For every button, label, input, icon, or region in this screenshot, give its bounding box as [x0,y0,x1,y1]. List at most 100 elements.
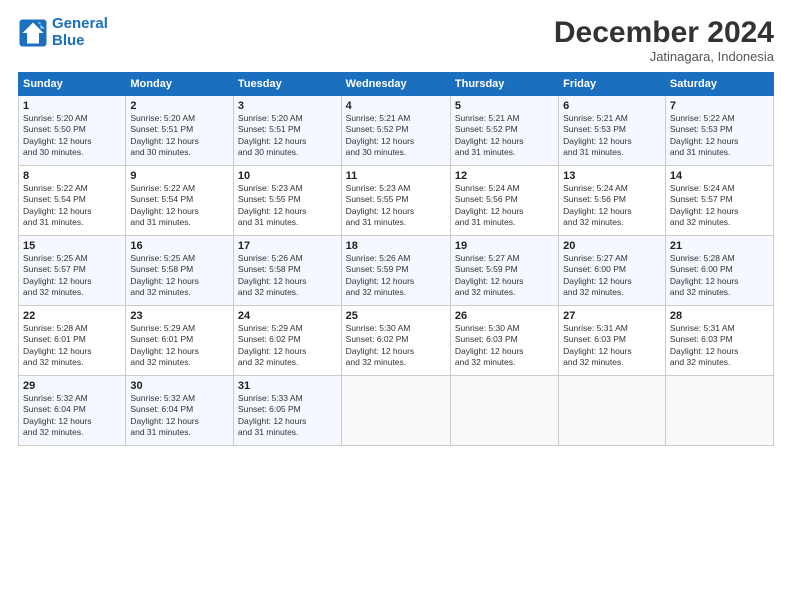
day-number: 22 [23,310,121,322]
day-info: Sunrise: 5:24 AMSunset: 5:56 PMDaylight:… [563,183,661,229]
day-info: Sunrise: 5:27 AMSunset: 5:59 PMDaylight:… [455,253,554,299]
day-number: 27 [563,310,661,322]
day-number: 30 [130,380,229,392]
table-row: 28Sunrise: 5:31 AMSunset: 6:03 PMDayligh… [665,306,773,376]
table-row: 12Sunrise: 5:24 AMSunset: 5:56 PMDayligh… [450,166,558,236]
main-title: December 2024 [554,16,774,49]
day-info: Sunrise: 5:33 AMSunset: 6:05 PMDaylight:… [238,393,337,439]
day-number: 25 [346,310,446,322]
day-number: 13 [563,170,661,182]
day-info: Sunrise: 5:29 AMSunset: 6:02 PMDaylight:… [238,323,337,369]
table-row: 22Sunrise: 5:28 AMSunset: 6:01 PMDayligh… [19,306,126,376]
day-info: Sunrise: 5:27 AMSunset: 6:00 PMDaylight:… [563,253,661,299]
day-info: Sunrise: 5:24 AMSunset: 5:57 PMDaylight:… [670,183,769,229]
header-tuesday: Tuesday [233,73,341,96]
day-number: 29 [23,380,121,392]
table-row: 17Sunrise: 5:26 AMSunset: 5:58 PMDayligh… [233,236,341,306]
day-info: Sunrise: 5:26 AMSunset: 5:58 PMDaylight:… [238,253,337,299]
day-info: Sunrise: 5:30 AMSunset: 6:02 PMDaylight:… [346,323,446,369]
header-monday: Monday [126,73,234,96]
day-number: 1 [23,100,121,112]
table-row: 24Sunrise: 5:29 AMSunset: 6:02 PMDayligh… [233,306,341,376]
day-info: Sunrise: 5:28 AMSunset: 6:01 PMDaylight:… [23,323,121,369]
table-row: 29Sunrise: 5:32 AMSunset: 6:04 PMDayligh… [19,376,126,446]
table-row: 21Sunrise: 5:28 AMSunset: 6:00 PMDayligh… [665,236,773,306]
day-info: Sunrise: 5:20 AMSunset: 5:51 PMDaylight:… [130,113,229,159]
day-number: 11 [346,170,446,182]
day-number: 26 [455,310,554,322]
table-row: 23Sunrise: 5:29 AMSunset: 6:01 PMDayligh… [126,306,234,376]
calendar-table: Sunday Monday Tuesday Wednesday Thursday… [18,72,774,446]
day-info: Sunrise: 5:26 AMSunset: 5:59 PMDaylight:… [346,253,446,299]
header-sunday: Sunday [19,73,126,96]
table-row: 8Sunrise: 5:22 AMSunset: 5:54 PMDaylight… [19,166,126,236]
day-info: Sunrise: 5:32 AMSunset: 6:04 PMDaylight:… [23,393,121,439]
day-number: 16 [130,240,229,252]
table-row: 16Sunrise: 5:25 AMSunset: 5:58 PMDayligh… [126,236,234,306]
day-number: 28 [670,310,769,322]
day-number: 10 [238,170,337,182]
day-number: 31 [238,380,337,392]
day-number: 18 [346,240,446,252]
table-row: 19Sunrise: 5:27 AMSunset: 5:59 PMDayligh… [450,236,558,306]
day-number: 4 [346,100,446,112]
day-number: 2 [130,100,229,112]
day-info: Sunrise: 5:29 AMSunset: 6:01 PMDaylight:… [130,323,229,369]
day-info: Sunrise: 5:22 AMSunset: 5:54 PMDaylight:… [23,183,121,229]
logo-icon [18,18,48,48]
day-info: Sunrise: 5:24 AMSunset: 5:56 PMDaylight:… [455,183,554,229]
table-row: 5Sunrise: 5:21 AMSunset: 5:52 PMDaylight… [450,96,558,166]
table-row: 7Sunrise: 5:22 AMSunset: 5:53 PMDaylight… [665,96,773,166]
day-info: Sunrise: 5:25 AMSunset: 5:57 PMDaylight:… [23,253,121,299]
table-row: 3Sunrise: 5:20 AMSunset: 5:51 PMDaylight… [233,96,341,166]
empty-cell [665,376,773,446]
header-wednesday: Wednesday [341,73,450,96]
logo-text: General Blue [52,16,108,49]
day-info: Sunrise: 5:28 AMSunset: 6:00 PMDaylight:… [670,253,769,299]
subtitle: Jatinagara, Indonesia [554,49,774,64]
table-row: 4Sunrise: 5:21 AMSunset: 5:52 PMDaylight… [341,96,450,166]
empty-cell [559,376,666,446]
day-number: 23 [130,310,229,322]
day-info: Sunrise: 5:30 AMSunset: 6:03 PMDaylight:… [455,323,554,369]
day-number: 24 [238,310,337,322]
page: General Blue December 2024 Jatinagara, I… [0,0,792,612]
empty-cell [341,376,450,446]
day-info: Sunrise: 5:25 AMSunset: 5:58 PMDaylight:… [130,253,229,299]
day-number: 12 [455,170,554,182]
table-row: 20Sunrise: 5:27 AMSunset: 6:00 PMDayligh… [559,236,666,306]
day-number: 20 [563,240,661,252]
table-row: 25Sunrise: 5:30 AMSunset: 6:02 PMDayligh… [341,306,450,376]
day-info: Sunrise: 5:32 AMSunset: 6:04 PMDaylight:… [130,393,229,439]
header-thursday: Thursday [450,73,558,96]
day-info: Sunrise: 5:20 AMSunset: 5:51 PMDaylight:… [238,113,337,159]
table-row: 6Sunrise: 5:21 AMSunset: 5:53 PMDaylight… [559,96,666,166]
table-row: 10Sunrise: 5:23 AMSunset: 5:55 PMDayligh… [233,166,341,236]
day-info: Sunrise: 5:23 AMSunset: 5:55 PMDaylight:… [346,183,446,229]
day-info: Sunrise: 5:21 AMSunset: 5:52 PMDaylight:… [346,113,446,159]
table-row: 2Sunrise: 5:20 AMSunset: 5:51 PMDaylight… [126,96,234,166]
header-friday: Friday [559,73,666,96]
table-row: 30Sunrise: 5:32 AMSunset: 6:04 PMDayligh… [126,376,234,446]
day-number: 9 [130,170,229,182]
title-block: December 2024 Jatinagara, Indonesia [554,16,774,64]
header-row: General Blue December 2024 Jatinagara, I… [18,16,774,64]
day-number: 5 [455,100,554,112]
table-row: 1Sunrise: 5:20 AMSunset: 5:50 PMDaylight… [19,96,126,166]
day-number: 7 [670,100,769,112]
day-info: Sunrise: 5:21 AMSunset: 5:52 PMDaylight:… [455,113,554,159]
table-row: 27Sunrise: 5:31 AMSunset: 6:03 PMDayligh… [559,306,666,376]
day-number: 17 [238,240,337,252]
day-number: 3 [238,100,337,112]
table-row: 31Sunrise: 5:33 AMSunset: 6:05 PMDayligh… [233,376,341,446]
table-row: 26Sunrise: 5:30 AMSunset: 6:03 PMDayligh… [450,306,558,376]
day-info: Sunrise: 5:22 AMSunset: 5:54 PMDaylight:… [130,183,229,229]
table-row: 18Sunrise: 5:26 AMSunset: 5:59 PMDayligh… [341,236,450,306]
day-info: Sunrise: 5:31 AMSunset: 6:03 PMDaylight:… [670,323,769,369]
day-number: 8 [23,170,121,182]
day-info: Sunrise: 5:22 AMSunset: 5:53 PMDaylight:… [670,113,769,159]
logo: General Blue [18,16,108,49]
table-row: 11Sunrise: 5:23 AMSunset: 5:55 PMDayligh… [341,166,450,236]
day-number: 14 [670,170,769,182]
day-number: 15 [23,240,121,252]
